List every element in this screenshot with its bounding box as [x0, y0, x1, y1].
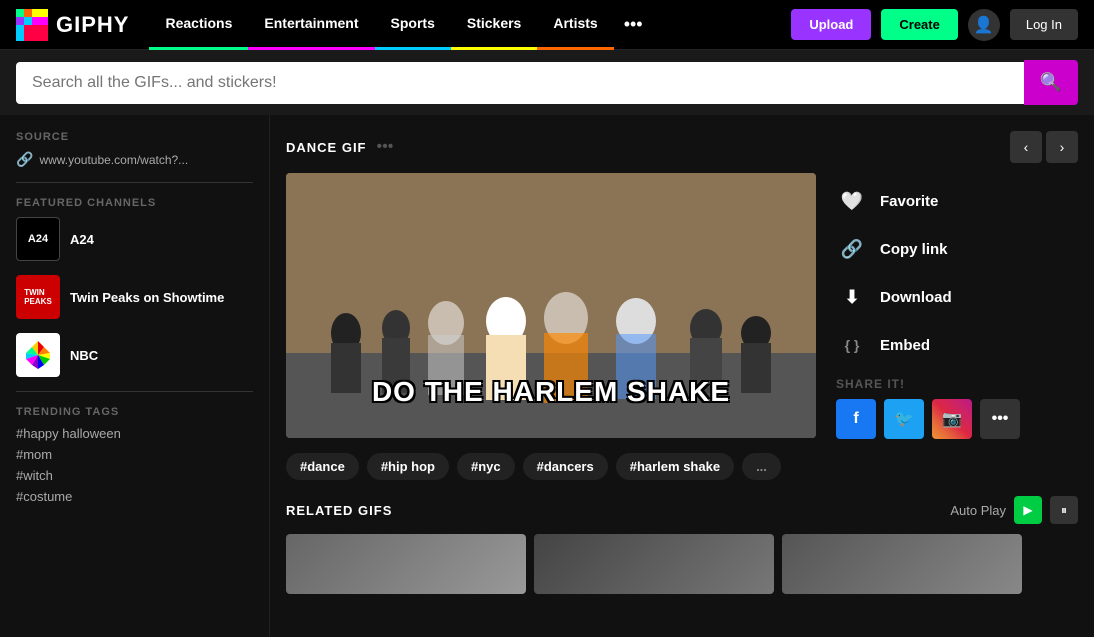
- source-url: www.youtube.com/watch?...: [39, 153, 188, 167]
- share-buttons: f 🐦 📷 •••: [836, 399, 1078, 439]
- download-button[interactable]: ⬇ Download: [836, 273, 1078, 321]
- more-share-button[interactable]: •••: [980, 399, 1020, 439]
- related-header: RELATED GIFS Auto Play ▶ ⏸: [286, 496, 1078, 524]
- more-share-icon: •••: [992, 410, 1009, 428]
- nav-actions: Upload Create 👤 Log In: [791, 9, 1078, 41]
- related-gifs: [286, 534, 1078, 594]
- play-icon: ▶: [1023, 503, 1032, 517]
- nav-item-stickers[interactable]: Stickers: [451, 0, 537, 50]
- pause-icon: ⏸: [1061, 503, 1067, 518]
- content-area: DANCE GIF ••• ‹ ›: [270, 115, 1094, 637]
- nav-item-entertainment[interactable]: Entertainment: [248, 0, 374, 50]
- channel-a24-name: A24: [70, 232, 94, 247]
- copy-link-label: Copy link: [880, 241, 948, 258]
- download-icon: ⬇: [836, 281, 868, 313]
- nav-arrows: ‹ ›: [1010, 131, 1078, 163]
- play-button[interactable]: ▶: [1014, 496, 1042, 524]
- tag-harlemshake[interactable]: #harlem shake: [616, 453, 734, 480]
- nav-more-button[interactable]: •••: [614, 0, 653, 50]
- tag-more-button[interactable]: ...: [742, 453, 781, 480]
- autoplay-area: Auto Play ▶ ⏸: [950, 496, 1078, 524]
- featured-channels-label: FEATURED CHANNELS: [16, 197, 253, 209]
- related-gif-2[interactable]: [534, 534, 774, 594]
- download-label: Download: [880, 289, 952, 306]
- twitter-icon: 🐦: [894, 409, 914, 429]
- link-icon: 🔗: [16, 151, 33, 168]
- header: GIPHY Reactions Entertainment Sports Sti…: [0, 0, 1094, 50]
- tags-row: #dance #hip hop #nyc #dancers #harlem sh…: [286, 453, 1078, 480]
- link-icon: 🔗: [836, 233, 868, 265]
- tag-dance[interactable]: #dance: [286, 453, 359, 480]
- gif-background: DO THE HARLEM SHAKE: [286, 173, 816, 438]
- nav-item-reactions[interactable]: Reactions: [149, 0, 248, 50]
- next-button[interactable]: ›: [1046, 131, 1078, 163]
- channel-nbc-thumb: [16, 333, 60, 377]
- gif-type-label: DANCE GIF: [286, 140, 367, 155]
- tag-mom[interactable]: #mom: [16, 447, 253, 462]
- search-button[interactable]: 🔍: [1024, 60, 1078, 105]
- tag-hiphop[interactable]: #hip hop: [367, 453, 449, 480]
- facebook-share-button[interactable]: f: [836, 399, 876, 439]
- divider-1: [16, 182, 253, 183]
- search-icon: 🔍: [1040, 72, 1062, 93]
- gif-header: DANCE GIF ••• ‹ ›: [286, 131, 1078, 163]
- instagram-icon: 📷: [942, 409, 962, 429]
- source-link[interactable]: 🔗 www.youtube.com/watch?...: [16, 151, 253, 168]
- create-button[interactable]: Create: [881, 9, 957, 40]
- tag-dancers[interactable]: #dancers: [523, 453, 608, 480]
- related-gif-1[interactable]: [286, 534, 526, 594]
- related-gif-3[interactable]: [782, 534, 1022, 594]
- tag-nyc[interactable]: #nyc: [457, 453, 515, 480]
- embed-icon: { }: [836, 329, 868, 361]
- logo-icon: [16, 9, 48, 41]
- share-title: SHARE IT!: [836, 377, 1078, 391]
- search-bar: 🔍: [0, 50, 1094, 115]
- copy-link-button[interactable]: 🔗 Copy link: [836, 225, 1078, 273]
- main-content: SOURCE 🔗 www.youtube.com/watch?... FEATU…: [0, 115, 1094, 637]
- channel-a24-thumb: A24: [16, 217, 60, 261]
- gif-overlay-text: DO THE HARLEM SHAKE: [286, 376, 816, 408]
- sidebar: SOURCE 🔗 www.youtube.com/watch?... FEATU…: [0, 115, 270, 637]
- trending-tags-label: TRENDING TAGS: [16, 406, 253, 418]
- embed-label: Embed: [880, 337, 930, 354]
- tag-costume[interactable]: #costume: [16, 489, 253, 504]
- channel-twin-peaks[interactable]: TWINPEAKS Twin Peaks on Showtime: [16, 275, 253, 319]
- autoplay-label: Auto Play: [950, 503, 1006, 518]
- facebook-icon: f: [853, 410, 858, 428]
- tag-halloween[interactable]: #happy halloween: [16, 426, 253, 441]
- upload-button[interactable]: Upload: [791, 9, 871, 40]
- related-title: RELATED GIFS: [286, 503, 392, 518]
- nav-item-sports[interactable]: Sports: [375, 0, 451, 50]
- login-button[interactable]: Log In: [1010, 9, 1078, 40]
- prev-button[interactable]: ‹: [1010, 131, 1042, 163]
- search-input[interactable]: [16, 62, 1024, 104]
- nav-item-artists[interactable]: Artists: [537, 0, 613, 50]
- channel-nbc[interactable]: NBC: [16, 333, 253, 377]
- instagram-share-button[interactable]: 📷: [932, 399, 972, 439]
- action-panel: 🤍 Favorite 🔗 Copy link ⬇ Download { } Em…: [836, 173, 1078, 439]
- gif-more-button[interactable]: •••: [377, 138, 394, 156]
- tag-witch[interactable]: #witch: [16, 468, 253, 483]
- logo[interactable]: GIPHY: [16, 9, 129, 41]
- logo-text: GIPHY: [56, 12, 129, 38]
- source-label: SOURCE: [16, 131, 253, 143]
- pause-button[interactable]: ⏸: [1050, 496, 1078, 524]
- channel-twin-peaks-thumb: TWINPEAKS: [16, 275, 60, 319]
- channel-nbc-name: NBC: [70, 348, 98, 363]
- favorite-label: Favorite: [880, 193, 938, 210]
- twitter-share-button[interactable]: 🐦: [884, 399, 924, 439]
- main-nav: Reactions Entertainment Sports Stickers …: [149, 0, 791, 50]
- gif-main: DO THE HARLEM SHAKE: [286, 173, 816, 438]
- avatar[interactable]: 👤: [968, 9, 1000, 41]
- channel-a24[interactable]: A24 A24: [16, 217, 253, 261]
- divider-2: [16, 391, 253, 392]
- embed-button[interactable]: { } Embed: [836, 321, 1078, 369]
- favorite-button[interactable]: 🤍 Favorite: [836, 177, 1078, 225]
- gif-area: DO THE HARLEM SHAKE 🤍 Favorite 🔗 Copy li…: [286, 173, 1078, 439]
- channel-twin-peaks-name: Twin Peaks on Showtime: [70, 290, 224, 305]
- heart-icon: 🤍: [836, 185, 868, 217]
